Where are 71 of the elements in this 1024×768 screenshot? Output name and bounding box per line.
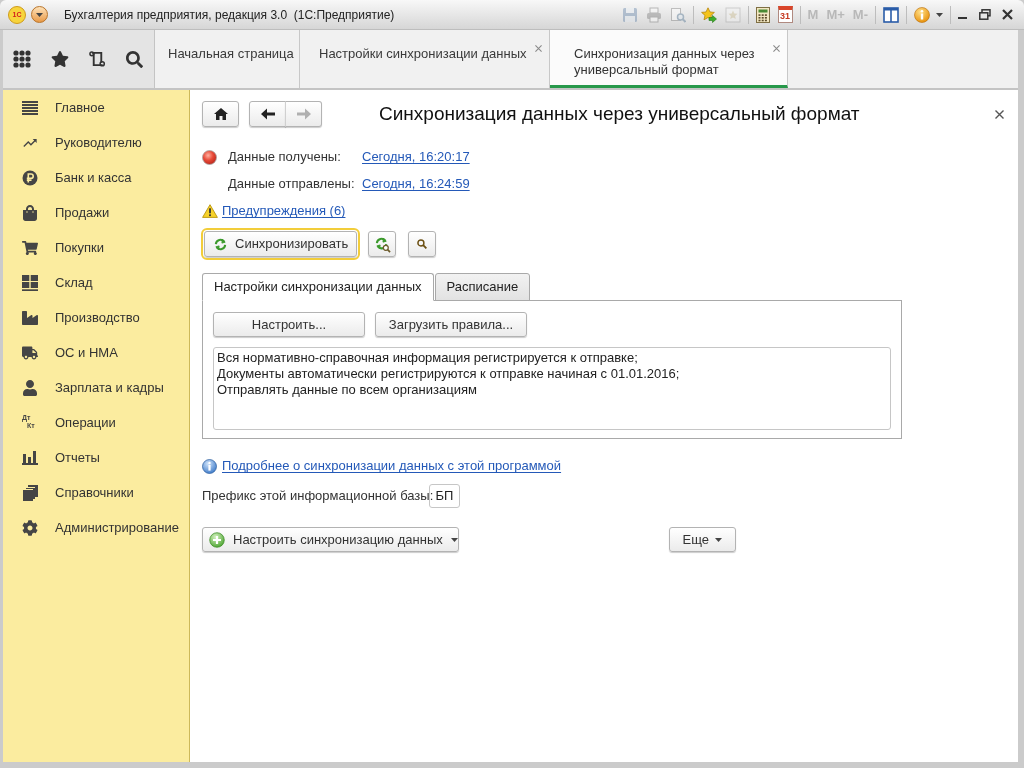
caret-icon — [715, 537, 722, 542]
shopping-bag-icon — [22, 204, 38, 221]
two-panes-icon[interactable] — [883, 6, 899, 23]
caret-icon — [936, 12, 943, 17]
factory-icon — [22, 309, 38, 326]
form-tab[interactable]: Расписание — [434, 273, 531, 301]
person-icon — [22, 379, 38, 396]
settings-button[interactable]: Загрузить правила... — [375, 312, 527, 337]
restore-icon[interactable] — [979, 9, 991, 20]
history-icon[interactable] — [89, 50, 106, 68]
sync-arrows-icon — [213, 236, 228, 252]
window-tab[interactable]: Синхронизация данных через универсальный формат — [550, 30, 788, 88]
sidebar-item[interactable]: Банк и касса — [3, 160, 189, 195]
shopping-cart-icon — [22, 239, 38, 256]
stacked-pages-icon — [22, 484, 38, 501]
calendar-button[interactable]: 31 — [777, 6, 793, 23]
search-icon — [417, 239, 427, 249]
sidebar-item[interactable]: ОС и НМА — [3, 335, 189, 370]
bar-chart-icon — [22, 450, 38, 465]
info-icon — [202, 458, 217, 474]
plus-icon — [209, 531, 225, 548]
settings-button[interactable]: Настроить... — [213, 312, 365, 337]
synchronize-button[interactable]: Синхронизировать — [204, 231, 357, 257]
window-title: Бухгалтерия предприятия, редакция 3.0 (1С:Предприятие) — [64, 6, 395, 24]
warning-icon — [202, 204, 218, 218]
apps-grid-icon[interactable] — [13, 50, 31, 68]
info-icon[interactable] — [914, 6, 930, 23]
truck-icon — [22, 344, 38, 361]
search-button[interactable] — [408, 231, 436, 257]
date-link[interactable]: Сегодня, 16:24:59 — [362, 174, 470, 194]
status-label: Данные отправлены: — [228, 175, 356, 194]
summary-field[interactable]: Вся нормативно-справочная информация регистрируется к отправке; Документы автоматически регистрируются к отправке начиная с 01.01.2016; Отправлять данные по всем организациям — [213, 347, 891, 430]
sidebar-item[interactable]: Зарплата и кадры — [3, 370, 189, 405]
main-menu-button[interactable] — [31, 6, 48, 23]
sidebar-item[interactable]: Руководителю — [3, 125, 189, 160]
form-tab[interactable]: Настройки синхронизации данных — [202, 273, 434, 301]
setup-sync-button[interactable]: Настроить синхронизацию данных — [202, 527, 459, 552]
info-link[interactable]: Подробнее о синхронизации данных с этой программой — [222, 456, 562, 476]
sidebar-item[interactable]: Администрирование — [3, 510, 189, 545]
warnings-link[interactable]: Предупреждения (6) — [222, 201, 346, 221]
back-button[interactable] — [249, 101, 286, 127]
lines-icon — [22, 100, 38, 115]
sidebar-item[interactable]: Главное — [3, 90, 189, 125]
calculator-icon[interactable] — [755, 6, 770, 23]
close-icon[interactable] — [995, 109, 1004, 119]
home-button[interactable] — [202, 101, 239, 127]
boxes-icon — [22, 274, 38, 291]
status-label: Данные получены: — [228, 148, 342, 167]
sidebar-item[interactable]: Справочники — [3, 475, 189, 510]
close-icon[interactable] — [1002, 9, 1013, 20]
sidebar-item[interactable]: Продажи — [3, 195, 189, 230]
caret-icon — [36, 12, 43, 17]
caret-icon — [450, 537, 458, 542]
sidebar-item[interactable]: Покупки — [3, 230, 189, 265]
form-title: Синхронизация данных через универсальный формат — [379, 101, 860, 126]
date-link[interactable]: Сегодня, 16:20:17 — [362, 147, 470, 167]
search-icon[interactable] — [126, 50, 143, 68]
more-button[interactable]: Еще — [668, 527, 736, 552]
sync-search-button[interactable] — [368, 231, 396, 257]
sidebar-item[interactable]: Склад — [3, 265, 189, 300]
right-arrow-icon — [296, 108, 311, 120]
sync-magnifier-icon — [373, 235, 391, 253]
prefix-field[interactable]: БП — [429, 484, 460, 508]
ruble-coin-icon — [22, 169, 38, 186]
sidebar-item[interactable]: Отчеты — [3, 440, 189, 475]
left-arrow-icon — [260, 108, 275, 120]
star-icon[interactable] — [51, 50, 69, 68]
home-icon — [213, 108, 228, 120]
sidebar-item[interactable]: Производство — [3, 300, 189, 335]
gear-icon — [22, 519, 38, 536]
star-arrow-icon[interactable] — [700, 6, 717, 23]
